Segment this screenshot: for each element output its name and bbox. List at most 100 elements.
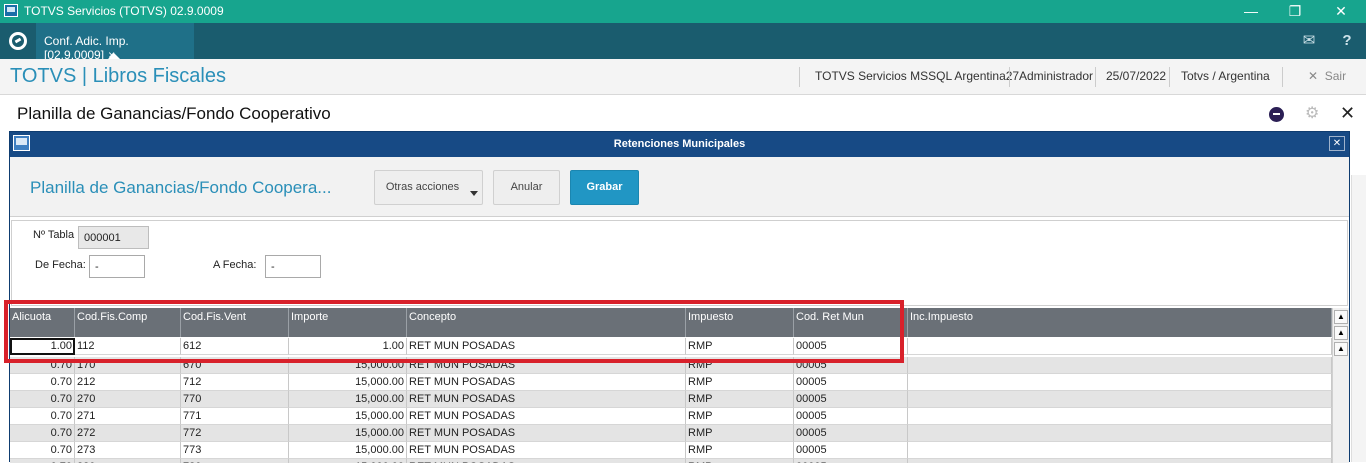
page-close-icon[interactable]: ✕ (1340, 104, 1356, 122)
window-close-button[interactable]: ✕ (1318, 0, 1364, 23)
table-cell[interactable]: 772 (181, 425, 289, 442)
table-cell[interactable]: RET MUN POSADAS (407, 459, 686, 463)
background-scrollbar[interactable] (1351, 175, 1366, 462)
table-cell[interactable]: RMP (686, 391, 794, 408)
otras-acciones-button[interactable]: Otras acciones (374, 170, 483, 205)
table-cell[interactable]: 612 (181, 338, 289, 355)
table-cell[interactable]: 212 (75, 374, 181, 391)
table-cell[interactable]: 670 (181, 357, 289, 374)
table-cell[interactable]: 00005 (794, 425, 908, 442)
table-row[interactable]: 0.70 273 773 15,000.00 RET MUN POSADAS RMP 000… (10, 442, 1332, 459)
retenciones-grid[interactable]: Alicuota Cod.Fis.Comp Cod.Fis.Vent Importe C… (10, 308, 1332, 463)
table-cell[interactable]: 0.70 (10, 357, 75, 374)
scroll-top-icon[interactable]: ▲ (1334, 310, 1348, 324)
mail-icon[interactable]: ✉ (1291, 23, 1327, 59)
table-cell[interactable]: 15,000.00 (289, 408, 407, 425)
table-cell[interactable]: 112 (75, 338, 181, 355)
table-cell[interactable] (908, 459, 1332, 463)
table-cell[interactable]: RET MUN POSADAS (407, 391, 686, 408)
table-cell[interactable]: RMP (686, 425, 794, 442)
table-cell[interactable]: 15,000.00 (289, 442, 407, 459)
table-cell[interactable]: 0.70 (10, 391, 75, 408)
restore-button[interactable]: ❐ (1272, 0, 1318, 23)
totvs-logo-icon[interactable] (9, 32, 27, 50)
grid-scrollbar[interactable]: ▲ ▲ ▲ (1332, 308, 1349, 463)
de-fecha-field[interactable]: - (89, 255, 145, 278)
table-cell[interactable]: RET MUN POSADAS (407, 408, 686, 425)
table-cell[interactable]: 0.70 (10, 459, 75, 463)
table-cell[interactable]: 00005 (794, 442, 908, 459)
table-cell[interactable]: 0.70 (10, 425, 75, 442)
table-cell[interactable]: 712 (181, 374, 289, 391)
table-cell[interactable]: 15,000.00 (289, 391, 407, 408)
table-cell[interactable]: 770 (181, 391, 289, 408)
table-cell[interactable]: 170 (75, 357, 181, 374)
grabar-button[interactable]: Grabar (570, 170, 639, 205)
table-cell[interactable]: 00005 (794, 374, 908, 391)
table-row[interactable]: 0.7028078015,000.00RET MUN POSADASRMP000… (10, 459, 1332, 463)
table-cell[interactable] (908, 425, 1332, 442)
table-row[interactable]: 0.70 271 771 15,000.00 RET MUN POSADAS RMP 000… (10, 408, 1332, 425)
exit-button[interactable]: ✕ Sair (1308, 69, 1346, 83)
table-cell[interactable]: 1.00 (289, 338, 407, 355)
table-cell[interactable] (908, 338, 1332, 355)
scroll-up-icon[interactable]: ▲ (1334, 342, 1348, 356)
table-cell[interactable]: RET MUN POSADAS (407, 338, 686, 355)
table-cell[interactable]: 280 (75, 459, 181, 463)
table-cell[interactable]: 00005 (794, 338, 908, 355)
table-cell[interactable]: 00005 (794, 357, 908, 374)
column-header[interactable]: Cod. Ret Mun (794, 308, 908, 337)
scroll-page-up-icon[interactable]: ▲ (1334, 326, 1348, 340)
a-fecha-field[interactable]: - (265, 255, 321, 278)
nro-tabla-field[interactable]: 000001 (78, 226, 149, 249)
table-cell[interactable]: 00005 (794, 459, 908, 463)
table-row[interactable]: 1.00 112 612 1.00 RET MUN POSADAS RMP 00005 (10, 338, 1332, 355)
table-cell[interactable]: 0.70 (10, 442, 75, 459)
table-cell[interactable]: RMP (686, 357, 794, 374)
minimize-button[interactable]: — (1228, 0, 1274, 23)
gear-icon[interactable]: ⚙ (1305, 106, 1321, 122)
table-row[interactable]: 0.70 212 712 15,000.00 RET MUN POSADAS RMP 000… (10, 374, 1332, 391)
column-header[interactable]: Cod.Fis.Comp (75, 308, 181, 337)
table-cell[interactable] (908, 442, 1332, 459)
table-cell[interactable]: 00005 (794, 391, 908, 408)
table-cell[interactable] (908, 357, 1332, 374)
table-cell[interactable]: RET MUN POSADAS (407, 357, 686, 374)
table-row[interactable]: 0.70 170 670 15,000.00 RET MUN POSADAS RMP 000… (10, 357, 1332, 374)
table-cell[interactable]: 272 (75, 425, 181, 442)
table-cell[interactable]: RET MUN POSADAS (407, 442, 686, 459)
table-cell[interactable] (908, 374, 1332, 391)
table-cell[interactable]: 0.70 (10, 408, 75, 425)
table-cell[interactable] (908, 408, 1332, 425)
column-header[interactable]: Importe (289, 308, 407, 337)
column-header[interactable]: Impuesto (686, 308, 794, 337)
table-cell[interactable]: RMP (686, 459, 794, 463)
table-cell[interactable]: 773 (181, 442, 289, 459)
table-cell[interactable]: 15,000.00 (289, 425, 407, 442)
column-header[interactable]: Concepto (407, 308, 686, 337)
table-cell[interactable]: 273 (75, 442, 181, 459)
anular-button[interactable]: Anular (493, 170, 560, 205)
table-cell[interactable]: RMP (686, 374, 794, 391)
column-header[interactable]: Cod.Fis.Vent (181, 308, 289, 337)
table-cell[interactable]: 15,000.00 (289, 374, 407, 391)
table-cell[interactable]: 270 (75, 391, 181, 408)
table-cell[interactable]: RET MUN POSADAS (407, 425, 686, 442)
table-cell[interactable]: 271 (75, 408, 181, 425)
help-icon[interactable]: ? (1329, 23, 1365, 59)
column-header[interactable]: Inc.Impuesto (908, 308, 1332, 337)
table-cell[interactable]: 15,000.00 (289, 357, 407, 374)
table-cell[interactable] (908, 391, 1332, 408)
table-cell[interactable]: 00005 (794, 408, 908, 425)
table-cell[interactable]: RMP (686, 408, 794, 425)
table-cell[interactable]: 771 (181, 408, 289, 425)
table-cell[interactable]: RET MUN POSADAS (407, 374, 686, 391)
dialog-close-button[interactable]: ✕ (1329, 136, 1345, 151)
table-cell[interactable]: 780 (181, 459, 289, 463)
table-cell[interactable]: 15,000.00 (289, 459, 407, 463)
table-cell[interactable]: 1.00 (10, 338, 75, 355)
table-row[interactable]: 0.70 270 770 15,000.00 RET MUN POSADAS RMP 000… (10, 391, 1332, 408)
table-cell[interactable]: RMP (686, 338, 794, 355)
table-row[interactable]: 0.70 272 772 15,000.00 RET MUN POSADAS RMP 000… (10, 425, 1332, 442)
column-header[interactable]: Alicuota (10, 308, 75, 337)
